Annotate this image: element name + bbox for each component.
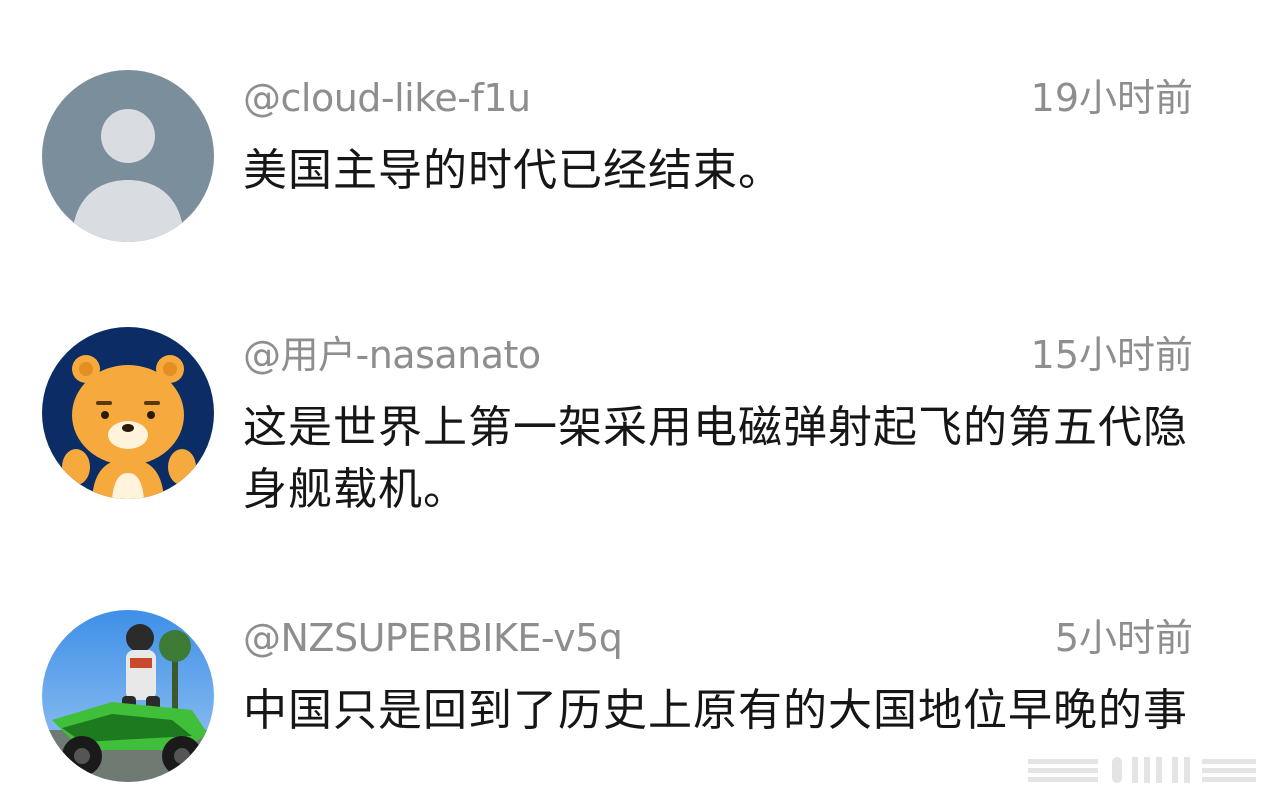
comment-username[interactable]: @cloud-like-f1u (243, 74, 531, 122)
watermark-logo (1022, 753, 1262, 787)
avatar-motorcycle-rider-icon[interactable] (42, 610, 214, 782)
comment-text: 美国主导的时代已经结束。 (243, 145, 783, 196)
avatar-lion-cartoon-icon[interactable] (42, 327, 214, 499)
comment-text: 这是世界上第一架采用电磁弹射起飞的第五代隐身舰载机。 (243, 402, 1188, 515)
comment-meta: @用户-nasanato 15小时前 (243, 331, 1193, 379)
comment-list: @cloud-like-f1u 19小时前 美国主导的时代已经结束。 @用户-n… (0, 0, 1280, 805)
comment-timestamp: 15小时前 (1030, 333, 1193, 377)
comment-text: 中国只是回到了历史上原有的大国地位早晚的事 (243, 685, 1188, 736)
avatar-default-person-icon[interactable] (42, 70, 214, 242)
comment-timestamp: 19小时前 (1030, 76, 1193, 120)
comment-username[interactable]: @用户-nasanato (243, 331, 541, 379)
comment-meta: @NZSUPERBIKE-v5q 5小时前 (243, 614, 1193, 662)
comment-username[interactable]: @NZSUPERBIKE-v5q (243, 614, 623, 662)
comment-timestamp: 5小时前 (1054, 616, 1193, 660)
comment-meta: @cloud-like-f1u 19小时前 (243, 74, 1193, 122)
